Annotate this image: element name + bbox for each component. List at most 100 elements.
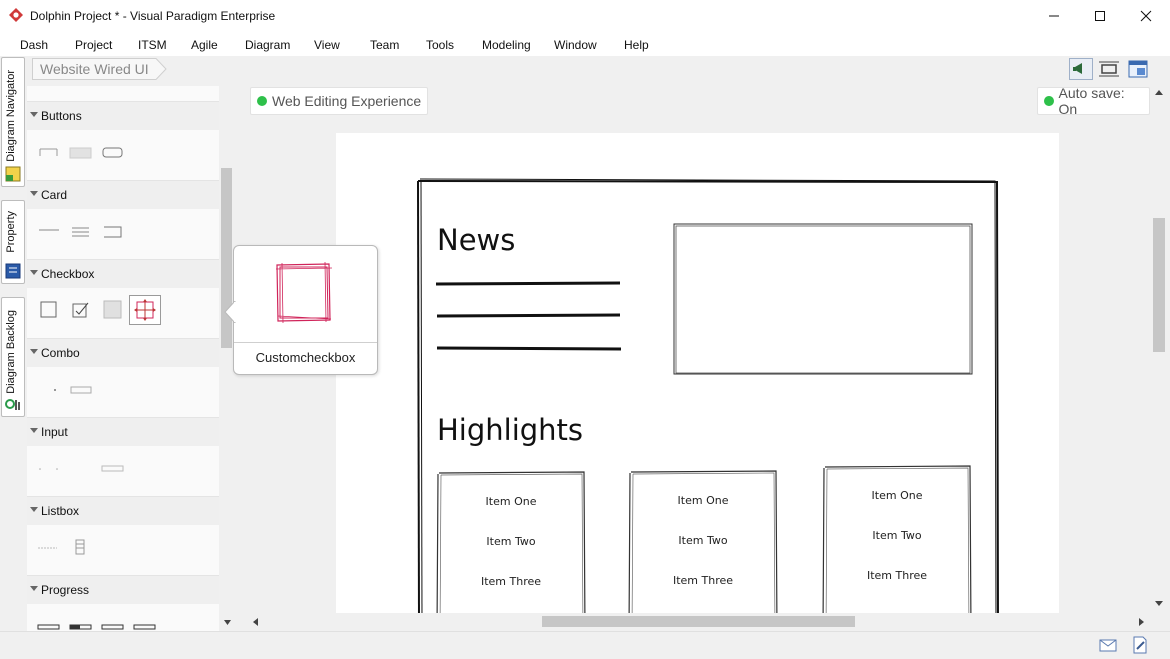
backlog-icon xyxy=(5,399,20,410)
canvas-hscroll-thumb[interactable] xyxy=(542,616,855,627)
tooltip-divider xyxy=(234,342,377,343)
button-tool-icon[interactable] xyxy=(35,140,63,166)
tab-diagram-backlog-label: Diagram Backlog xyxy=(5,310,17,394)
menu-diagram[interactable]: Diagram xyxy=(245,38,290,52)
canvas-vscroll-thumb[interactable] xyxy=(1153,218,1165,352)
filled-checkbox-tool-icon[interactable] xyxy=(99,297,127,323)
collapse-icon xyxy=(30,586,38,591)
canvas-vertical-scrollbar[interactable] xyxy=(1150,86,1168,613)
fit-diagram-button[interactable] xyxy=(1098,59,1120,79)
checked-checkbox-tool-icon[interactable] xyxy=(67,297,95,323)
navigator-icon xyxy=(5,166,21,182)
close-button[interactable] xyxy=(1123,0,1169,32)
checkbox-tool-icon[interactable] xyxy=(35,297,63,323)
category-checkbox[interactable]: Checkbox xyxy=(27,259,219,288)
card-lines-tool-icon[interactable] xyxy=(67,219,95,245)
palette-scroll-down[interactable] xyxy=(220,615,235,629)
diagram-page: News Highlights Item One Item Two Item T… xyxy=(336,133,1059,613)
custom-checkbox-tool[interactable] xyxy=(129,295,161,325)
fit-icon xyxy=(1099,61,1119,77)
announce-button[interactable] xyxy=(1069,58,1093,80)
category-label: Listbox xyxy=(41,504,80,518)
arrow-up-icon xyxy=(1155,90,1163,95)
auto-save-label: Auto save: On xyxy=(1058,86,1125,117)
document-edit-icon[interactable] xyxy=(1132,636,1148,654)
arrow-right-icon xyxy=(1139,618,1144,626)
menu-tools[interactable]: Tools xyxy=(426,38,454,52)
card-item: Item Three xyxy=(866,569,928,582)
category-checkbox-items xyxy=(27,288,219,339)
menu-dash[interactable]: Dash xyxy=(20,38,48,52)
collapse-icon xyxy=(30,270,38,275)
diagram-canvas[interactable]: Web Editing Experience Auto save: On New… xyxy=(248,86,1150,613)
tab-diagram-navigator-label: Diagram Navigator xyxy=(5,70,17,162)
card-item: Item Two xyxy=(678,534,728,547)
progress-half-tool-icon[interactable] xyxy=(67,614,95,631)
highlight-card-1: Item One Item Two Item Three xyxy=(440,495,582,613)
highlight-card-3: Item One Item Two Item Three xyxy=(826,489,968,609)
menu-view[interactable]: View xyxy=(314,38,340,52)
menu-itsm[interactable]: ITSM xyxy=(138,38,167,52)
breadcrumb-label: Website Wired UI xyxy=(40,61,149,77)
category-progress[interactable]: Progress xyxy=(27,575,219,604)
category-combo[interactable]: Combo xyxy=(27,338,219,367)
card-box-tool-icon[interactable] xyxy=(99,219,127,245)
web-editing-experience-chip[interactable]: Web Editing Experience xyxy=(250,87,429,115)
property-icon xyxy=(5,263,21,279)
arrow-down-icon xyxy=(224,620,231,625)
card-tool-icon[interactable] xyxy=(35,219,63,245)
listbox-list-tool-icon[interactable] xyxy=(67,535,95,561)
menu-window[interactable]: Window xyxy=(554,38,597,52)
title-bar: Dolphin Project * - Visual Paradigm Ente… xyxy=(0,0,1170,32)
menu-modeling[interactable]: Modeling xyxy=(482,38,531,52)
category-buttons-items xyxy=(27,130,219,181)
category-input[interactable]: Input xyxy=(27,417,219,446)
tab-diagram-backlog[interactable]: Diagram Backlog xyxy=(1,297,25,417)
input-field-tool-icon[interactable] xyxy=(99,456,127,482)
menu-team[interactable]: Team xyxy=(370,38,399,52)
collapse-icon xyxy=(30,191,38,196)
arrow-left-icon xyxy=(253,618,258,626)
category-listbox-items xyxy=(27,525,219,576)
category-buttons[interactable]: Buttons xyxy=(27,101,219,130)
canvas-horizontal-scrollbar[interactable] xyxy=(248,613,1150,630)
card-item: Item One xyxy=(871,489,923,502)
filled-button-tool-icon[interactable] xyxy=(67,140,95,166)
custom-checkbox-icon xyxy=(134,299,156,321)
category-listbox[interactable]: Listbox xyxy=(27,496,219,525)
status-bar xyxy=(0,631,1170,659)
menu-project[interactable]: Project xyxy=(75,38,112,52)
minimize-button[interactable] xyxy=(1031,0,1077,32)
category-input-items xyxy=(27,446,219,497)
progress-bar-tool-icon[interactable] xyxy=(131,614,159,631)
layout-icon xyxy=(1128,60,1148,78)
card-item: Item One xyxy=(677,494,729,507)
auto-save-chip[interactable]: Auto save: On xyxy=(1037,86,1150,117)
layout-button[interactable] xyxy=(1127,59,1149,79)
tab-property-label: Property xyxy=(5,211,17,253)
diagram-palette: Buttons Card Checkbox Combo Input Listbo… xyxy=(27,86,219,631)
tab-diagram-navigator[interactable]: Diagram Navigator xyxy=(1,57,25,187)
category-card-items xyxy=(27,209,219,260)
menu-help[interactable]: Help xyxy=(624,38,649,52)
maximize-icon xyxy=(1095,11,1105,21)
category-combo-items xyxy=(27,367,219,418)
rounded-button-tool-icon[interactable] xyxy=(99,140,127,166)
card-item: Item One xyxy=(485,495,537,508)
progress-full-tool-icon[interactable] xyxy=(99,614,127,631)
category-card[interactable]: Card xyxy=(27,180,219,209)
progress-tool-icon[interactable] xyxy=(35,614,63,631)
palette-tooltip: Customcheckbox xyxy=(224,245,378,375)
mail-icon[interactable] xyxy=(1099,639,1117,652)
listbox-tool-icon[interactable] xyxy=(35,535,63,561)
tab-property[interactable]: Property xyxy=(1,200,25,284)
card-item: Item Three xyxy=(480,575,542,588)
maximize-button[interactable] xyxy=(1077,0,1123,32)
menu-agile[interactable]: Agile xyxy=(191,38,218,52)
combo-box-tool-icon[interactable] xyxy=(67,377,95,403)
custom-checkbox-preview-icon xyxy=(275,262,333,324)
category-label: Input xyxy=(41,425,68,439)
card-item: Item Two xyxy=(872,529,922,542)
card-item: Item Three xyxy=(672,574,734,587)
input-dot-tool-icon[interactable] xyxy=(51,456,79,482)
